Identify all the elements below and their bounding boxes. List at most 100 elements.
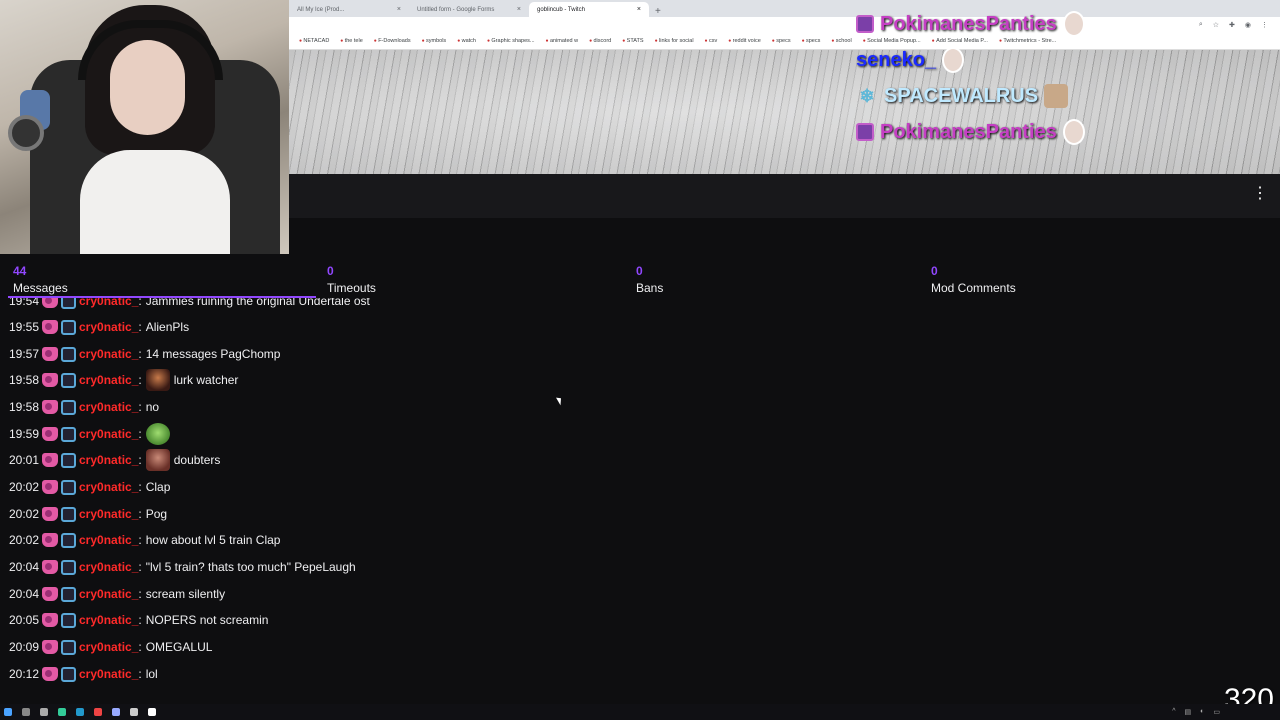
subscriber-badge-icon: [61, 399, 76, 415]
network-icon[interactable]: ▤: [1185, 708, 1192, 716]
subscriber-badge-icon: [61, 559, 76, 575]
message-username[interactable]: cry0natic_: [79, 320, 138, 334]
new-tab-icon[interactable]: +: [649, 6, 667, 17]
message-row[interactable]: 20:09 cry0natic_: OMEGALUL: [9, 637, 212, 657]
separator: :: [138, 347, 142, 361]
bookmark-item[interactable]: Graphic shapes...: [487, 38, 534, 44]
message-username[interactable]: cry0natic_: [79, 298, 138, 308]
browser-tab[interactable]: goblincub - Twitch ×: [529, 2, 649, 17]
message-username[interactable]: cry0natic_: [79, 427, 138, 441]
app-icon[interactable]: [130, 708, 138, 716]
overlay-avatar-emote: [1062, 119, 1085, 145]
bookmark-item[interactable]: reddit voice: [728, 38, 761, 44]
tab-messages[interactable]: 44 Messages: [13, 262, 68, 295]
subscriber-badge-icon: [61, 506, 76, 522]
tab-bans[interactable]: 0 Bans: [636, 262, 663, 295]
close-tab-icon[interactable]: ×: [517, 6, 521, 13]
taskview-icon[interactable]: [40, 708, 48, 716]
message-username[interactable]: cry0natic_: [79, 667, 138, 681]
message-row[interactable]: 20:05 cry0natic_: NOPERS not screamin: [9, 610, 268, 630]
bookmark-item[interactable]: animated w: [546, 38, 578, 44]
search-icon[interactable]: [22, 708, 30, 716]
app-icon[interactable]: [94, 708, 102, 716]
more-options-icon[interactable]: ⋮: [1252, 186, 1268, 202]
chrome-icon[interactable]: [58, 708, 66, 716]
tab-timeouts[interactable]: 0 Timeouts: [327, 262, 376, 295]
sub-gift-badge-icon: [42, 587, 58, 601]
bookmark-item[interactable]: csv: [705, 38, 717, 44]
app-icon[interactable]: [112, 708, 120, 716]
bookmark-item[interactable]: STATS: [622, 38, 644, 44]
star-icon[interactable]: ☆: [1213, 21, 1219, 29]
sub-gift-badge-icon: [42, 667, 58, 681]
message-username[interactable]: cry0natic_: [79, 640, 138, 654]
overlay-avatar-emote: [1062, 11, 1085, 37]
sub-gift-badge-icon: [42, 373, 58, 387]
messages-count: 44: [13, 264, 27, 278]
bookmark-item[interactable]: watch: [457, 38, 476, 44]
bookmark-item[interactable]: symbols: [422, 38, 446, 44]
battery-icon[interactable]: ▭: [1213, 708, 1220, 716]
tab-mod-comments[interactable]: 0 Mod Comments: [931, 262, 1016, 295]
subscriber-badge-icon: [61, 452, 76, 468]
message-row[interactable]: 20:12 cry0natic_: lol: [9, 664, 158, 684]
message-row[interactable]: 20:04 cry0natic_: scream silently: [9, 584, 225, 604]
message-username[interactable]: cry0natic_: [79, 560, 138, 574]
message-username[interactable]: cry0natic_: [79, 613, 138, 627]
bookmark-item[interactable]: specs: [802, 38, 820, 44]
message-username[interactable]: cry0natic_: [79, 480, 138, 494]
message-row[interactable]: 20:02 cry0natic_: Pog: [9, 504, 167, 524]
message-row[interactable]: 19:59 cry0natic_:: [9, 423, 174, 445]
overlay-username: SPACEWALRUS: [884, 84, 1039, 107]
sub-gift-badge-icon: [42, 453, 58, 467]
message-username[interactable]: cry0natic_: [79, 587, 138, 601]
tab-label: goblincub - Twitch: [537, 6, 585, 13]
message-row[interactable]: 19:58 cry0natic_: lurk watcher: [9, 369, 238, 391]
message-row[interactable]: 19:55 cry0natic_: AlienPls: [9, 317, 189, 337]
overlay-username: seneko_: [856, 48, 937, 71]
message-text: NOPERS not screamin: [145, 613, 269, 627]
bookmark-item[interactable]: discord: [589, 38, 612, 44]
message-row[interactable]: 20:04 cry0natic_: "lvl 5 train? thats too …: [9, 557, 356, 577]
sub-gift-badge-icon: [42, 560, 58, 574]
message-row[interactable]: 19:54 cry0natic_: Jammies ruining the orig…: [9, 298, 370, 311]
message-username[interactable]: cry0natic_: [79, 347, 138, 361]
bookmark-item[interactable]: school: [831, 38, 852, 44]
volume-icon[interactable]: ◐: [1200, 708, 1204, 716]
subscriber-badge-icon: [61, 612, 76, 628]
message-row[interactable]: 20:02 cry0natic_: how about lvl 5 train Cl…: [9, 530, 280, 550]
message-text: scream silently: [145, 587, 226, 601]
message-row[interactable]: 20:02 cry0natic_: Clap: [9, 477, 170, 497]
bookmark-item[interactable]: links for social: [655, 38, 694, 44]
close-tab-icon[interactable]: ×: [637, 6, 641, 13]
bookmark-item[interactable]: the tele: [340, 38, 363, 44]
zoom-icon[interactable]: ⌕: [1199, 21, 1203, 29]
start-icon[interactable]: [4, 708, 12, 716]
close-tab-icon[interactable]: ×: [397, 6, 401, 13]
bookmark-item[interactable]: F-Downloads: [374, 38, 410, 44]
bans-label: Bans: [636, 281, 664, 295]
app-icon[interactable]: [148, 708, 156, 716]
message-row[interactable]: 19:57 cry0natic_:14 messages PagChomp: [9, 344, 280, 364]
menu-icon[interactable]: ⋮: [1261, 21, 1268, 29]
profile-icon[interactable]: ◉: [1245, 21, 1251, 29]
browser-tab[interactable]: Untitled form - Google Forms ×: [409, 2, 529, 17]
sub-badge-icon: [856, 15, 874, 33]
message-username[interactable]: cry0natic_: [79, 453, 138, 467]
message-username[interactable]: cry0natic_: [79, 507, 138, 521]
chevron-up-icon[interactable]: ^: [1172, 708, 1175, 716]
sub-gift-badge-icon: [42, 533, 58, 547]
extension-icon[interactable]: ✚: [1229, 21, 1235, 29]
sub-gift-badge-icon: [42, 400, 58, 414]
message-log[interactable]: 19:54 cry0natic_: Jammies ruining the orig…: [0, 298, 1280, 698]
app-icon[interactable]: [76, 708, 84, 716]
bookmark-item[interactable]: NETACAD: [299, 38, 329, 44]
windows-taskbar: ^ ▤ ◐ ▭: [0, 704, 1280, 720]
bookmark-item[interactable]: specs: [772, 38, 790, 44]
browser-tab[interactable]: All My Ice (Prod... ×: [289, 2, 409, 17]
message-username[interactable]: cry0natic_: [79, 373, 138, 387]
message-username[interactable]: cry0natic_: [79, 400, 138, 414]
message-username[interactable]: cry0natic_: [79, 533, 138, 547]
message-row[interactable]: 19:58 cry0natic_: no: [9, 397, 159, 417]
message-row[interactable]: 20:01 cry0natic_: doubters: [9, 449, 220, 471]
